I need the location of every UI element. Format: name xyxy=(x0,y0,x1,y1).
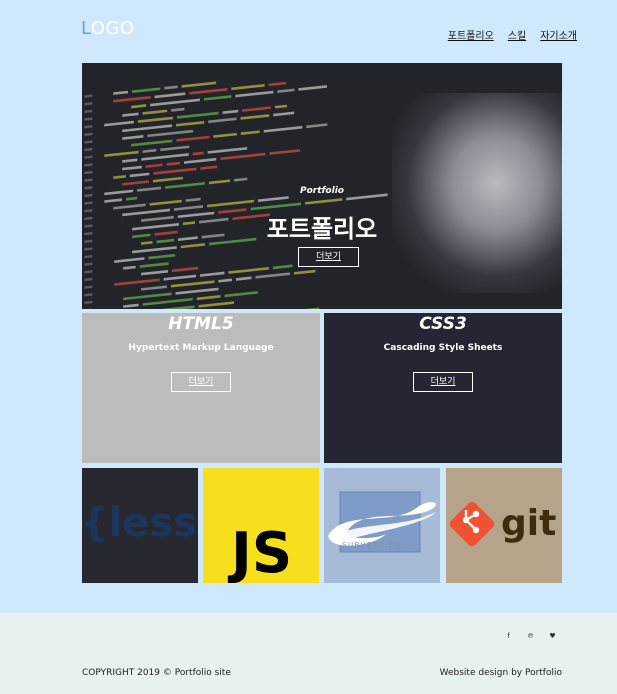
nav-skill-link[interactable]: 스킬 xyxy=(508,27,526,42)
hero-more-button[interactable]: 더보기 xyxy=(298,247,359,267)
card-description: Hypertext Markup Language xyxy=(128,343,274,353)
html5-card: HTML5 Hypertext Markup Language 더보기 xyxy=(82,313,320,463)
subversion-logo-tile[interactable]: SUBVERSION •• xyxy=(324,468,440,583)
svn-logo-text: SUBVERSION xyxy=(342,541,402,549)
card-title: CSS3 xyxy=(419,314,467,334)
card-description: Cascading Style Sheets xyxy=(383,343,503,353)
footer: f ℗ ♥ COPYRIGHT 2019 © Portfolio site We… xyxy=(0,613,617,694)
logo[interactable]: LOGO xyxy=(81,18,135,39)
twitter-icon[interactable]: ♥ xyxy=(548,632,557,640)
copyright-text: COPYRIGHT 2019 © Portfolio site xyxy=(82,668,231,678)
hero-subtitle: Portfolio xyxy=(300,186,344,196)
js-logo: JS xyxy=(227,521,292,583)
js-logo-text: JS xyxy=(227,521,292,583)
design-credit-text: Website design by Portfolio xyxy=(439,668,562,678)
git-logo-text: git xyxy=(501,503,556,544)
hero-banner: Portfolio 포트폴리오 더보기 xyxy=(82,63,562,309)
nav-about-link[interactable]: 자기소개 xyxy=(540,27,577,42)
social-links: f ℗ ♥ xyxy=(504,632,557,640)
css3-more-button[interactable]: 더보기 xyxy=(413,372,473,392)
logo-rest: OGO xyxy=(90,18,135,39)
svn-logo: SUBVERSION •• xyxy=(328,491,436,553)
facebook-icon[interactable]: f xyxy=(504,632,513,640)
card-title: HTML5 xyxy=(168,314,234,334)
logo-first-letter: L xyxy=(81,18,91,39)
nav-portfolio-link[interactable]: 포트폴리오 xyxy=(448,27,494,42)
pinterest-icon[interactable]: ℗ xyxy=(526,632,535,640)
git-logo-tile[interactable]: git xyxy=(446,468,562,583)
less-logo-text: {less} xyxy=(82,500,198,546)
hero-title: 포트폴리오 xyxy=(266,215,378,243)
html5-more-button[interactable]: 더보기 xyxy=(171,372,231,392)
git-logo: git xyxy=(449,501,556,547)
less-logo: {less} xyxy=(82,500,198,546)
main-nav: 포트폴리오 스킬 자기소개 xyxy=(448,27,577,42)
less-logo-tile[interactable]: {less} xyxy=(82,468,198,583)
javascript-logo-tile[interactable]: JS xyxy=(203,468,319,583)
css3-card: CSS3 Cascading Style Sheets 더보기 xyxy=(324,313,562,463)
svg-text:••: •• xyxy=(341,532,349,540)
